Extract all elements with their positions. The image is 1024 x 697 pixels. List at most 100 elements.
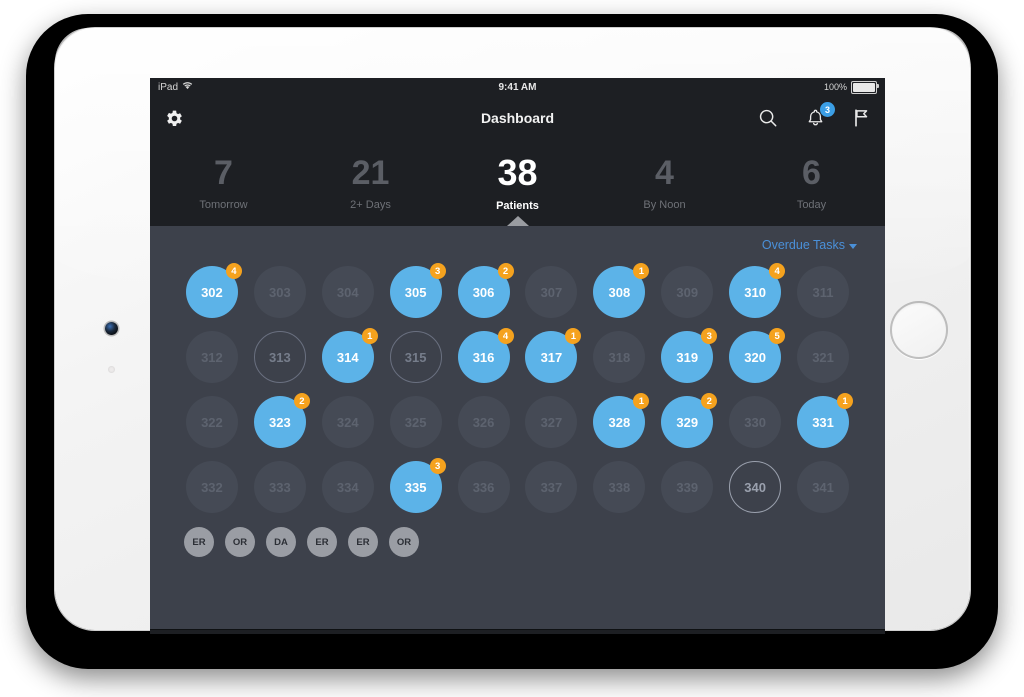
bed-cell: 334 — [314, 461, 382, 513]
notifications-button[interactable]: 3 — [805, 102, 835, 129]
search-icon — [759, 109, 777, 127]
bed-cell: 331 1 — [789, 393, 857, 448]
bed-307[interactable]: 307 — [525, 266, 578, 318]
bed-318[interactable]: 318 — [593, 331, 646, 383]
bed-room-number: 311 — [812, 284, 834, 300]
bed-313[interactable]: 313 — [253, 331, 306, 383]
bed-cell: 315 — [382, 331, 450, 383]
home-button[interactable] — [890, 301, 948, 359]
ipad-screen: iPad 9:41 AM 100% Dashboard 3 7 Tomorrow… — [150, 78, 885, 634]
bed-315[interactable]: 315 — [389, 331, 442, 383]
bed-cell: 320 5 — [721, 328, 789, 383]
screenshot-stage: iPad 9:41 AM 100% Dashboard 3 7 Tomorrow… — [0, 0, 1024, 697]
bed-314[interactable]: 314 1 — [321, 328, 378, 383]
unit-chip[interactable]: DA — [266, 527, 296, 557]
unit-chip[interactable]: ER — [184, 527, 214, 557]
bed-338[interactable]: 338 — [593, 461, 646, 513]
bed-cell: 307 — [518, 266, 586, 318]
bed-room-number: 331 — [812, 414, 834, 430]
bed-334[interactable]: 334 — [321, 461, 374, 513]
bed-325[interactable]: 325 — [389, 396, 442, 448]
bed-335[interactable]: 335 3 — [389, 458, 446, 513]
bed-324[interactable]: 324 — [321, 396, 374, 448]
unit-chip[interactable]: OR — [389, 527, 419, 557]
bed-329[interactable]: 329 2 — [661, 393, 718, 448]
bed-322[interactable]: 322 — [185, 396, 238, 448]
stat-value: 7 — [214, 153, 233, 192]
bed-331[interactable]: 331 1 — [797, 393, 854, 448]
overdue-task-badge: 2 — [293, 393, 310, 409]
bed-326[interactable]: 326 — [457, 396, 510, 448]
bed-330[interactable]: 330 — [729, 396, 782, 448]
bed-room-number: 316 — [472, 349, 495, 365]
bed-304[interactable]: 304 — [321, 266, 374, 318]
bed-327[interactable]: 327 — [525, 396, 578, 448]
stat-patients[interactable]: 38 Patients — [444, 140, 591, 226]
unit-chip[interactable]: ER — [348, 527, 378, 557]
settings-button[interactable] — [164, 108, 185, 129]
bed-305[interactable]: 305 3 — [389, 263, 446, 318]
bed-room-number: 340 — [744, 479, 766, 495]
bed-board: Overdue Tasks 302 4 303 304 305 3 306 2 307 308 1 3… — [150, 226, 885, 629]
bed-303[interactable]: 303 — [253, 266, 306, 318]
bed-316[interactable]: 316 4 — [457, 328, 514, 383]
overdue-task-badge: 1 — [565, 328, 582, 344]
bed-302[interactable]: 302 4 — [185, 263, 242, 318]
stat-2plus-days[interactable]: 21 2+ Days — [297, 140, 444, 226]
bed-cell: 302 4 — [178, 263, 246, 318]
bed-310[interactable]: 310 4 — [729, 263, 786, 318]
stat-by-noon[interactable]: 4 By Noon — [591, 140, 738, 226]
bed-cell: 310 4 — [721, 263, 789, 318]
bed-328[interactable]: 328 1 — [593, 393, 650, 448]
unit-chip-row: ER OR DA ER ER OR — [178, 513, 857, 557]
status-bar-clock: 9:41 AM — [498, 81, 537, 93]
bed-cell: 312 — [178, 331, 246, 383]
bed-311[interactable]: 311 — [797, 266, 850, 318]
bed-339[interactable]: 339 — [661, 461, 714, 513]
bed-room-number: 317 — [540, 349, 563, 365]
bed-room-number: 315 — [404, 349, 427, 365]
bed-cell: 327 — [518, 396, 586, 448]
bed-309[interactable]: 309 — [661, 266, 714, 318]
bed-319[interactable]: 319 3 — [661, 328, 718, 383]
bed-306[interactable]: 306 2 — [457, 263, 514, 318]
bed-cell: 325 — [382, 396, 450, 448]
overdue-task-badge: 3 — [429, 263, 446, 279]
overdue-task-badge: 4 — [769, 263, 786, 279]
bed-340[interactable]: 340 — [729, 461, 782, 513]
overdue-task-badge: 2 — [701, 393, 718, 409]
flag-button[interactable] — [852, 107, 871, 129]
bed-337[interactable]: 337 — [525, 461, 578, 513]
bed-room-number: 341 — [812, 479, 834, 495]
search-button[interactable] — [757, 107, 779, 129]
bed-room-number: 320 — [744, 349, 766, 365]
overdue-tasks-filter[interactable]: Overdue Tasks — [762, 238, 857, 252]
bed-333[interactable]: 333 — [253, 461, 306, 513]
bed-332[interactable]: 332 — [185, 461, 238, 513]
bed-room-number: 323 — [268, 414, 291, 430]
bed-321[interactable]: 321 — [797, 331, 850, 383]
bed-cell: 337 — [518, 461, 586, 513]
bed-308[interactable]: 308 1 — [593, 263, 650, 318]
bed-cell: 319 3 — [653, 328, 721, 383]
unit-chip[interactable]: ER — [307, 527, 337, 557]
bed-341[interactable]: 341 — [797, 461, 850, 513]
bed-336[interactable]: 336 — [457, 461, 510, 513]
bed-cell: 329 2 — [653, 393, 721, 448]
bed-room-number: 332 — [201, 479, 223, 495]
bed-320[interactable]: 320 5 — [729, 328, 786, 383]
bed-cell: 338 — [585, 461, 653, 513]
bed-323[interactable]: 323 2 — [253, 393, 310, 448]
stat-value: 4 — [655, 153, 674, 192]
stat-tomorrow[interactable]: 7 Tomorrow — [150, 140, 297, 226]
unit-chip[interactable]: OR — [225, 527, 255, 557]
bed-cell: 318 — [585, 331, 653, 383]
bed-room-number: 318 — [608, 349, 631, 365]
bed-room-number: 321 — [812, 349, 834, 365]
bed-room-number: 304 — [336, 284, 359, 300]
bed-cell: 330 — [721, 396, 789, 448]
stat-label: By Noon — [643, 198, 686, 211]
bed-317[interactable]: 317 1 — [525, 328, 582, 383]
bed-312[interactable]: 312 — [185, 331, 238, 383]
stat-today[interactable]: 6 Today — [738, 140, 885, 226]
